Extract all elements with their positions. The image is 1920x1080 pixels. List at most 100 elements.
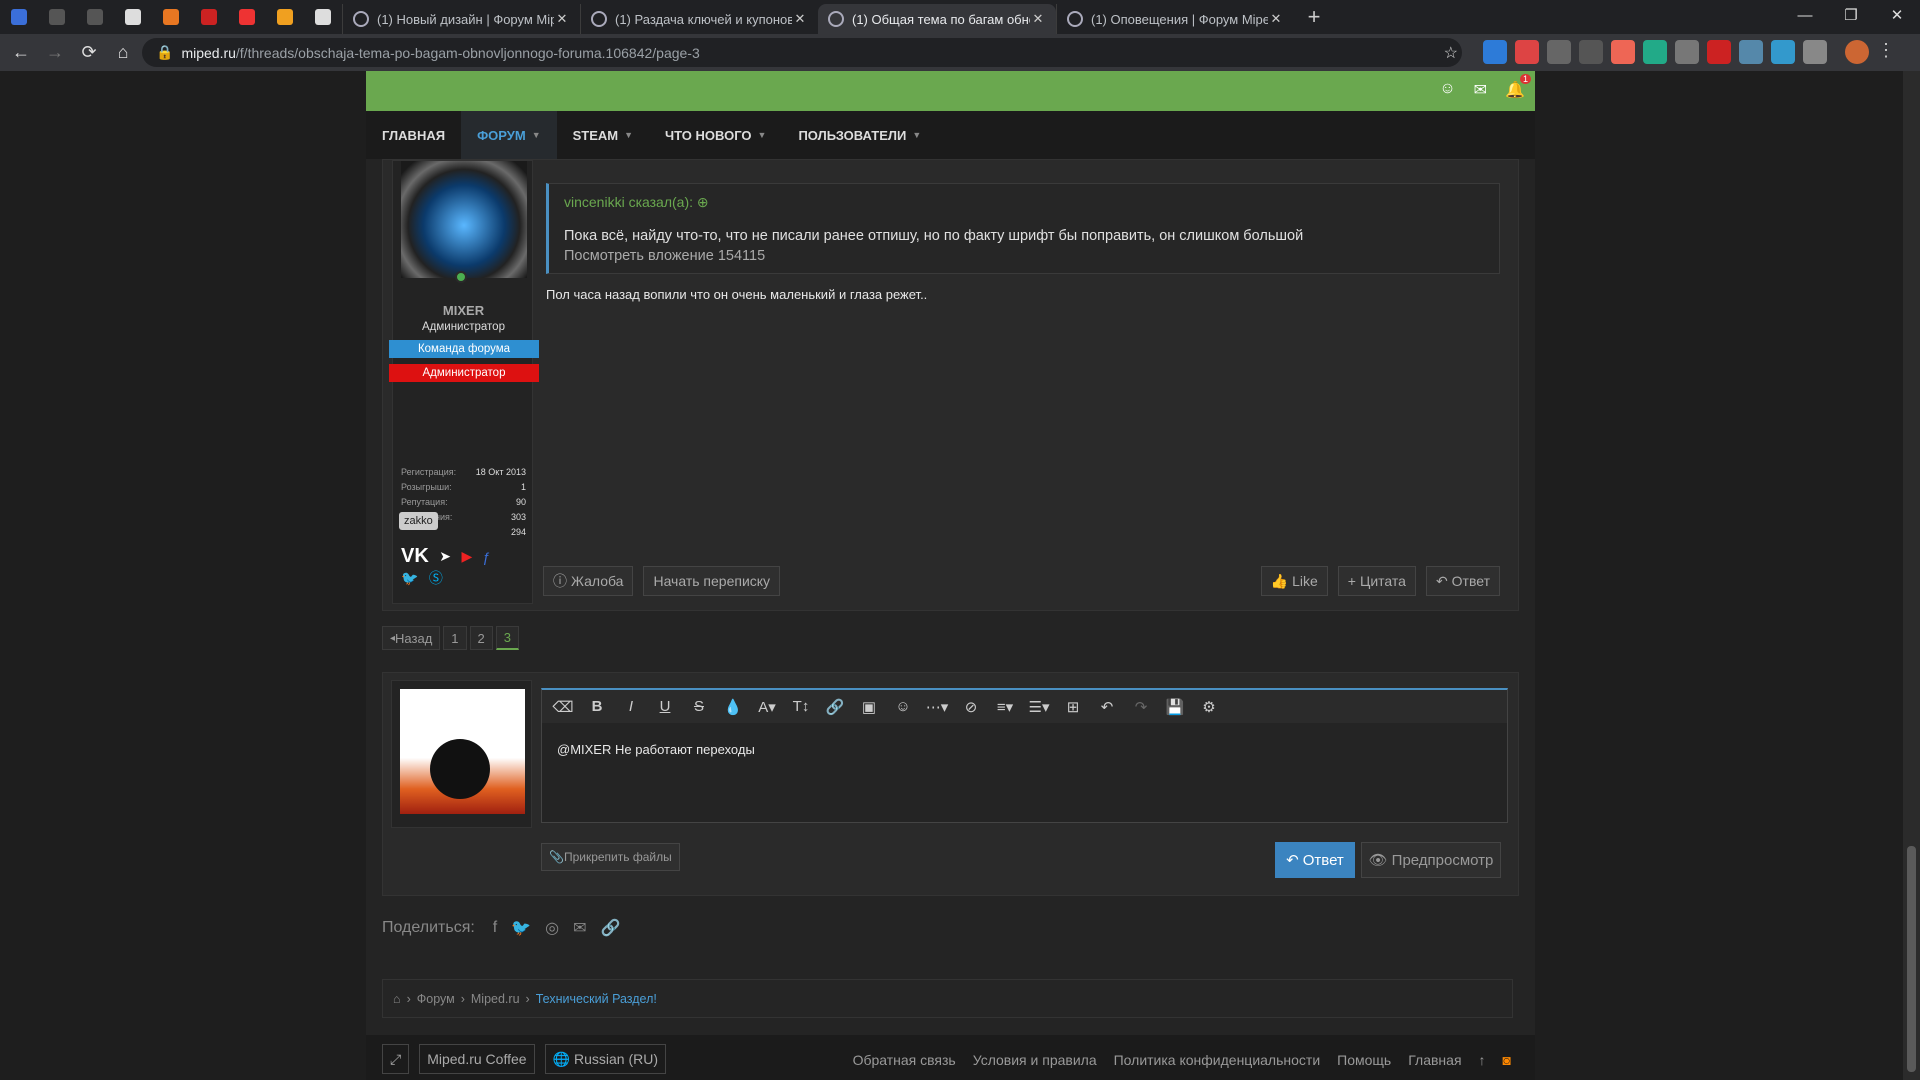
pinned-tab[interactable] [152, 0, 190, 34]
extension-icon[interactable] [1547, 40, 1571, 64]
avatar[interactable] [401, 161, 527, 278]
scrollbar-thumb[interactable] [1907, 846, 1916, 1072]
breadcrumb-item[interactable]: Форум [417, 992, 455, 1006]
youtube-icon[interactable]: ▶ [461, 548, 472, 565]
pinned-tab[interactable] [266, 0, 304, 34]
align-icon[interactable]: ≡▾ [992, 698, 1018, 716]
font-family-icon[interactable]: A▾ [754, 698, 780, 716]
facebook-icon[interactable]: ƒ [483, 549, 491, 565]
smiley-icon[interactable]: ☺ [890, 698, 916, 715]
whatsapp-icon[interactable]: ◎ [545, 918, 559, 938]
reload-icon[interactable]: ⟳ [72, 42, 106, 63]
color-drop-icon[interactable]: 💧 [720, 698, 746, 716]
close-tab-icon[interactable]: ✕ [792, 11, 808, 27]
bell-icon[interactable]: 🔔 1 [1505, 74, 1531, 100]
nav-item[interactable]: ФОРУМ ▼ [461, 111, 557, 159]
maximize-button[interactable]: ❐ [1828, 0, 1874, 30]
pinned-tab[interactable] [0, 0, 38, 34]
footer-link[interactable]: Условия и правила [973, 1052, 1097, 1068]
reply-button[interactable]: ↶ Ответ [1425, 566, 1500, 596]
browser-tab[interactable]: (1) Новый дизайн | Форум Miped.ru✕ [342, 4, 580, 34]
close-tab-icon[interactable]: ✕ [1030, 11, 1046, 27]
style-chooser[interactable]: Miped.ru Coffee [419, 1044, 535, 1074]
extension-icon[interactable] [1771, 40, 1795, 64]
footer-link[interactable]: Помощь [1337, 1052, 1391, 1068]
more-icon[interactable]: ⋯▾ [924, 698, 950, 716]
nav-item[interactable]: ПОЛЬЗОВАТЕЛИ ▼ [782, 111, 937, 159]
new-tab-button[interactable]: + [1294, 4, 1334, 30]
save-draft-icon[interactable]: 💾 [1162, 698, 1188, 716]
image-icon[interactable]: ▣ [856, 698, 882, 716]
preview-button[interactable]: 👁 Предпросмотр [1361, 842, 1501, 878]
chevron-down-icon[interactable]: ▼ [912, 130, 921, 140]
jump-up-icon[interactable]: ⊕ [697, 194, 709, 210]
vk-icon[interactable]: VK [401, 545, 429, 568]
extension-icon[interactable] [1803, 40, 1827, 64]
chevron-down-icon[interactable]: ▼ [624, 130, 633, 140]
nav-item[interactable]: ЧТО НОВОГО ▼ [649, 111, 782, 159]
browser-tab[interactable]: (1) Общая тема по багам обновленного✕ [818, 4, 1056, 34]
bookmark-star-icon[interactable]: ☆ [1444, 43, 1458, 63]
home-icon[interactable]: ⌂ [393, 992, 401, 1006]
home-icon[interactable]: ⌂ [106, 42, 140, 63]
arrow-up-icon[interactable]: ↑ [1479, 1052, 1486, 1068]
quote-attachment-link[interactable]: Посмотреть вложение 154115 [564, 248, 765, 264]
nav-item[interactable]: STEAM ▼ [557, 111, 649, 159]
chevron-down-icon[interactable]: ▼ [758, 130, 767, 140]
breadcrumb-item[interactable]: Технический Раздел! [536, 992, 657, 1006]
pinned-tab[interactable] [190, 0, 228, 34]
italic-icon[interactable]: I [618, 698, 644, 715]
extension-icon[interactable] [1579, 40, 1603, 64]
prev-page-button[interactable]: ◂ Назад [382, 626, 441, 650]
forward-icon[interactable]: → [38, 42, 72, 63]
extension-icon[interactable] [1707, 40, 1731, 64]
avatar[interactable] [400, 689, 525, 814]
page-link[interactable]: 3 [495, 626, 519, 650]
profile-avatar[interactable] [1845, 40, 1869, 64]
footer-link[interactable]: Политика конфиденциальности [1114, 1052, 1321, 1068]
pinned-tab[interactable] [114, 0, 152, 34]
language-chooser[interactable]: 🌐 Russian (RU) [544, 1044, 667, 1074]
close-window-button[interactable]: ✕ [1874, 0, 1920, 30]
attach-files-button[interactable]: 📎 Прикрепить файлы [541, 843, 680, 871]
quote-button[interactable]: + Цитата [1337, 566, 1416, 596]
footer-link[interactable]: Главная [1408, 1052, 1461, 1068]
list-icon[interactable]: ☰▾ [1026, 698, 1052, 716]
pinned-tab[interactable] [304, 0, 342, 34]
extension-icon[interactable] [1739, 40, 1763, 64]
browser-tab[interactable]: (1) Раздача ключей и купонов для игр✕ [580, 4, 818, 34]
back-icon[interactable]: ← [4, 42, 38, 63]
minimize-button[interactable]: — [1782, 0, 1828, 30]
page-link[interactable]: 1 [443, 626, 467, 650]
address-bar[interactable]: 🔒 miped.ru /f/threads/obschaja-tema-po-b… [142, 38, 1462, 67]
footer-link[interactable]: Обратная связь [853, 1052, 956, 1068]
start-conversation-button[interactable]: Начать переписку [643, 566, 781, 596]
bold-icon[interactable]: B [584, 698, 610, 715]
twitter-icon[interactable]: 🐦 [401, 570, 418, 587]
link-icon[interactable]: 🔗 [822, 698, 848, 716]
quote-author[interactable]: vincenikki сказал(а): ⊕ [564, 194, 709, 211]
underline-icon[interactable]: U [652, 698, 678, 715]
browser-tab[interactable]: (1) Оповещения | Форум Miped.ru✕ [1056, 4, 1294, 34]
redo-icon[interactable]: ↷ [1128, 698, 1154, 716]
gear-icon[interactable]: ⚙ [1196, 698, 1222, 716]
extension-icon[interactable] [1611, 40, 1635, 64]
link-icon[interactable]: 🔗 [601, 918, 621, 938]
pinned-tab[interactable] [76, 0, 114, 34]
chevron-down-icon[interactable]: ▼ [532, 130, 541, 140]
page-link[interactable]: 2 [469, 626, 493, 650]
user-avatar-icon[interactable]: ☺ [1439, 80, 1455, 100]
extension-icon[interactable] [1643, 40, 1667, 64]
browser-menu-icon[interactable]: ⋮ [1877, 40, 1895, 64]
mail-icon[interactable]: ✉ [573, 918, 586, 938]
table-icon[interactable]: ⊞ [1060, 698, 1086, 716]
breadcrumb-item[interactable]: Miped.ru [471, 992, 520, 1006]
page-scrollbar[interactable] [1903, 71, 1920, 1080]
telegram-icon[interactable]: ➤ [439, 548, 451, 565]
extension-icon[interactable] [1675, 40, 1699, 64]
editor-text[interactable]: @MIXER Не работают переходы [557, 742, 755, 757]
nav-item[interactable]: ГЛАВНАЯ [366, 111, 461, 159]
mail-icon[interactable]: ✉ [1474, 80, 1487, 100]
extension-icon[interactable] [1483, 40, 1507, 64]
report-button[interactable]: ⓘ Жалоба [543, 566, 634, 596]
